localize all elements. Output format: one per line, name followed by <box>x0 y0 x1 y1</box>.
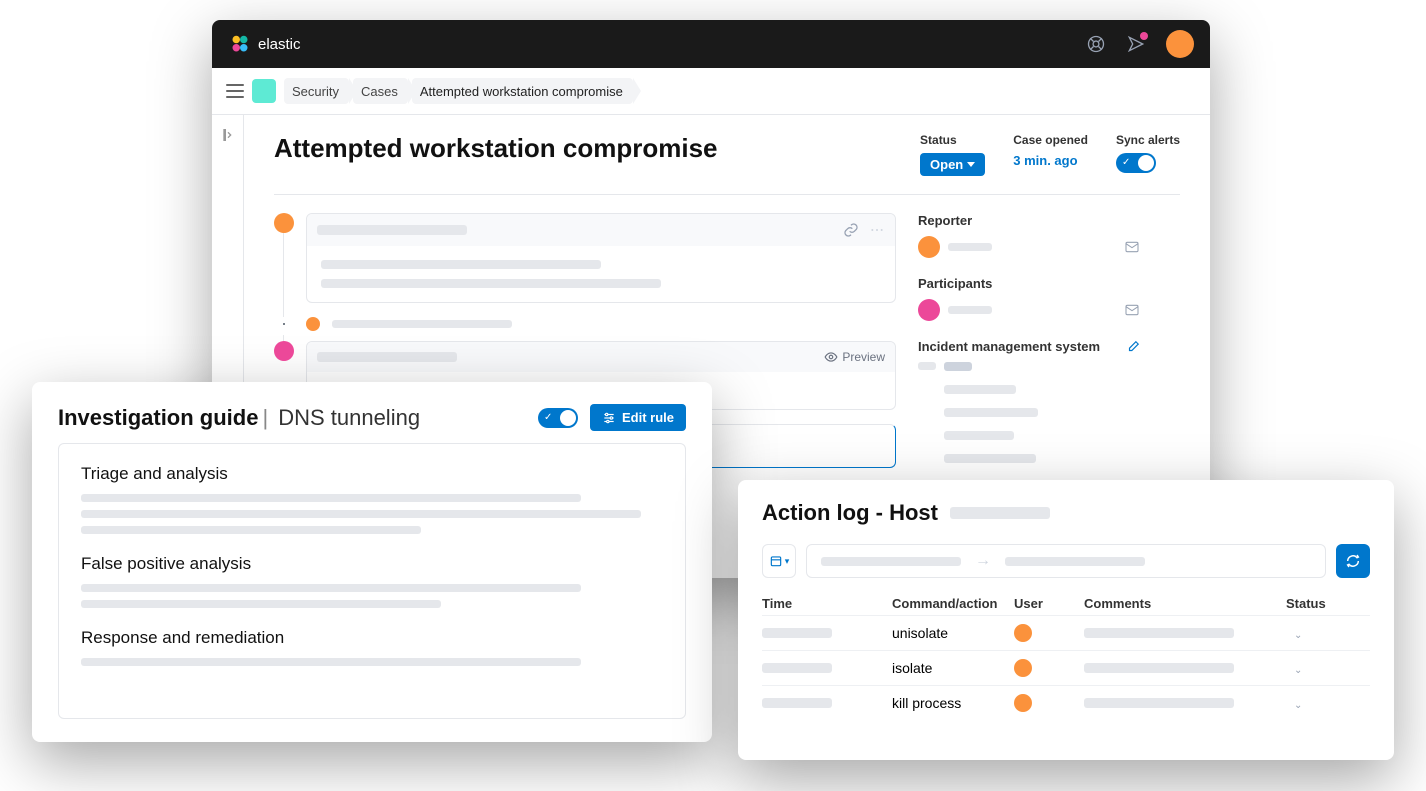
case-opened-label: Case opened <box>1013 133 1088 147</box>
placeholder-text <box>948 306 992 314</box>
elastic-logo[interactable]: elastic <box>228 32 301 56</box>
col-comments: Comments <box>1084 596 1286 611</box>
edit-rule-button[interactable]: Edit rule <box>590 404 686 431</box>
chevron-down-icon: ▾ <box>785 556 790 567</box>
col-time: Time <box>762 596 892 611</box>
breadcrumb-cases[interactable]: Cases <box>353 78 408 104</box>
participants-heading: Participants <box>918 276 1140 291</box>
log-row: isolate ⌄ <box>762 650 1370 685</box>
timeline-divider-dot-icon <box>280 320 288 328</box>
preview-button[interactable]: Preview <box>824 350 885 364</box>
eye-icon <box>824 350 838 364</box>
date-picker-button[interactable]: ▾ <box>762 544 796 578</box>
command-cell: unisolate <box>892 625 1014 641</box>
sync-alerts-toggle[interactable]: ✓ <box>1116 153 1156 173</box>
user-avatar-icon <box>1014 694 1032 712</box>
placeholder-text <box>321 279 661 288</box>
date-range-input[interactable]: → <box>806 544 1326 578</box>
case-title: Attempted workstation compromise <box>274 133 718 176</box>
ims-content <box>918 362 1140 470</box>
topbar: elastic <box>212 20 1210 68</box>
action-log-card: Action log - Host ▾ → Time Command/actio… <box>738 480 1394 760</box>
case-header: Attempted workstation compromise Status … <box>274 133 1180 195</box>
col-status: Status <box>1286 596 1370 611</box>
placeholder-text <box>317 225 467 235</box>
col-command: Command/action <box>892 596 1014 611</box>
command-cell: isolate <box>892 660 1014 676</box>
mail-icon[interactable] <box>1124 302 1140 318</box>
case-sidebar: Reporter Participants <box>918 213 1140 516</box>
app-tile-icon[interactable] <box>252 79 276 103</box>
placeholder-text <box>332 320 512 328</box>
breadcrumb-current[interactable]: Attempted workstation compromise <box>412 78 633 104</box>
action-log-title: Action log - Host <box>762 500 1370 526</box>
timeline-activity-avatar <box>306 317 320 331</box>
status-open-dropdown[interactable]: Open <box>920 153 985 176</box>
status-label: Status <box>920 133 985 147</box>
chevron-down-icon[interactable]: ⌄ <box>1294 630 1302 641</box>
notification-dot-icon <box>1140 32 1148 40</box>
sliders-icon <box>602 411 616 425</box>
mail-icon[interactable] <box>1124 239 1140 255</box>
investigation-guide-body: Triage and analysis False positive analy… <box>58 443 686 719</box>
log-row: unisolate ⌄ <box>762 615 1370 650</box>
placeholder-text <box>321 260 601 269</box>
menu-icon[interactable] <box>226 84 244 98</box>
link-icon[interactable] <box>843 222 859 238</box>
help-icon[interactable] <box>1086 34 1106 54</box>
log-row: kill process ⌄ <box>762 685 1370 720</box>
action-log-table-header: Time Command/action User Comments Status <box>762 592 1370 615</box>
pencil-icon[interactable] <box>1126 340 1140 354</box>
response-section-title: Response and remediation <box>81 628 663 648</box>
chevron-down-icon[interactable]: ⌄ <box>1294 665 1302 676</box>
breadcrumb-bar: Security Cases Attempted workstation com… <box>212 68 1210 115</box>
timeline-dot-participant-icon <box>274 341 294 361</box>
reporter-avatar <box>918 236 940 258</box>
chevron-down-icon[interactable]: ⌄ <box>1294 700 1302 711</box>
placeholder-text <box>950 507 1050 519</box>
guide-toggle[interactable]: ✓ <box>538 408 578 428</box>
breadcrumb-security[interactable]: Security <box>284 78 349 104</box>
placeholder-text <box>948 243 992 251</box>
ims-heading: Incident management system <box>918 339 1140 354</box>
user-avatar-icon <box>1014 659 1032 677</box>
more-icon[interactable] <box>869 222 885 238</box>
arrow-right-icon: → <box>975 552 991 570</box>
user-avatar[interactable] <box>1166 30 1194 58</box>
placeholder-text <box>317 352 457 362</box>
participant-avatar <box>918 299 940 321</box>
brand-text: elastic <box>258 36 301 53</box>
timeline-dot-reporter-icon <box>274 213 294 233</box>
refresh-icon <box>1345 553 1361 569</box>
comment-card <box>306 213 896 303</box>
newsfeed-icon[interactable] <box>1126 34 1146 54</box>
case-opened-time[interactable]: 3 min. ago <box>1013 153 1088 168</box>
reporter-heading: Reporter <box>918 213 1140 228</box>
user-avatar-icon <box>1014 624 1032 642</box>
sync-alerts-label: Sync alerts <box>1116 133 1180 147</box>
command-cell: kill process <box>892 695 1014 711</box>
calendar-icon <box>769 554 783 568</box>
false-positive-section-title: False positive analysis <box>81 554 663 574</box>
elastic-cluster-icon <box>228 32 252 56</box>
col-user: User <box>1014 596 1084 611</box>
expand-panel-icon <box>220 127 236 143</box>
refresh-button[interactable] <box>1336 544 1370 578</box>
triage-section-title: Triage and analysis <box>81 464 663 484</box>
investigation-guide-title: Investigation guide|DNS tunneling <box>58 405 420 431</box>
investigation-guide-card: Investigation guide|DNS tunneling ✓ Edit… <box>32 382 712 742</box>
